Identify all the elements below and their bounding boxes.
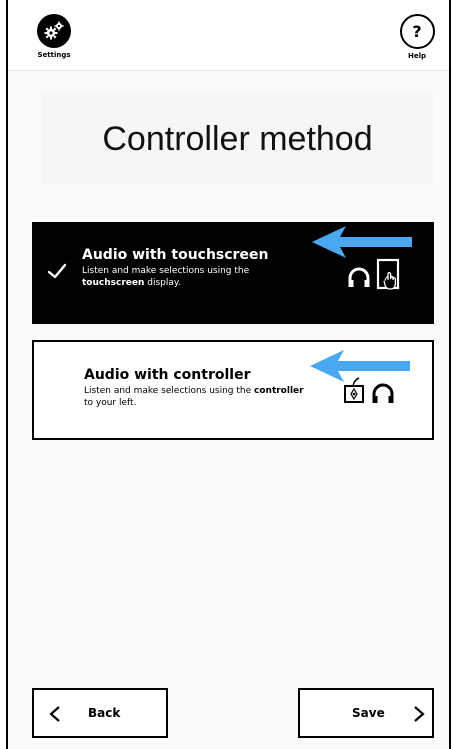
headphones-icon [348, 267, 370, 287]
chevron-right-icon [414, 706, 425, 722]
back-label: Back [88, 706, 121, 720]
controller-icon [344, 377, 364, 403]
help-glyph: ? [412, 22, 422, 41]
chevron-left-icon [49, 706, 60, 722]
help-button[interactable]: ? Help [397, 14, 437, 66]
option-audio-controller[interactable]: Audio with controller Listen and make se… [32, 340, 434, 440]
top-bar: Settings ? Help [8, 0, 449, 71]
option-title: Audio with controller [84, 367, 251, 383]
pointer-arrow-icon [312, 226, 412, 258]
settings-button[interactable]: Settings [34, 14, 74, 66]
headphones-icon [372, 383, 394, 403]
option-description: Listen and make selections using the tou… [82, 266, 250, 288]
settings-gear-icon [37, 14, 71, 48]
checkmark-icon [47, 263, 67, 279]
option-text: Audio with controller Listen and make se… [84, 366, 304, 409]
settings-label: Settings [37, 51, 71, 59]
touchscreen-icon [376, 258, 400, 290]
option-description: Listen and make selections using the con… [84, 386, 304, 408]
save-label: Save [352, 706, 385, 720]
help-icon: ? [399, 14, 435, 49]
app-frame: Settings ? Help Controller method Audio … [6, 0, 451, 749]
help-label: Help [407, 52, 427, 60]
title-panel: Controller method [41, 93, 434, 185]
option-text: Audio with touchscreen Listen and make s… [82, 246, 302, 289]
option-title: Audio with touchscreen [82, 247, 269, 263]
page-title: Controller method [102, 119, 373, 158]
option-audio-touchscreen[interactable]: Audio with touchscreen Listen and make s… [32, 222, 434, 324]
back-button[interactable]: Back [32, 688, 168, 738]
save-button[interactable]: Save [298, 688, 434, 738]
